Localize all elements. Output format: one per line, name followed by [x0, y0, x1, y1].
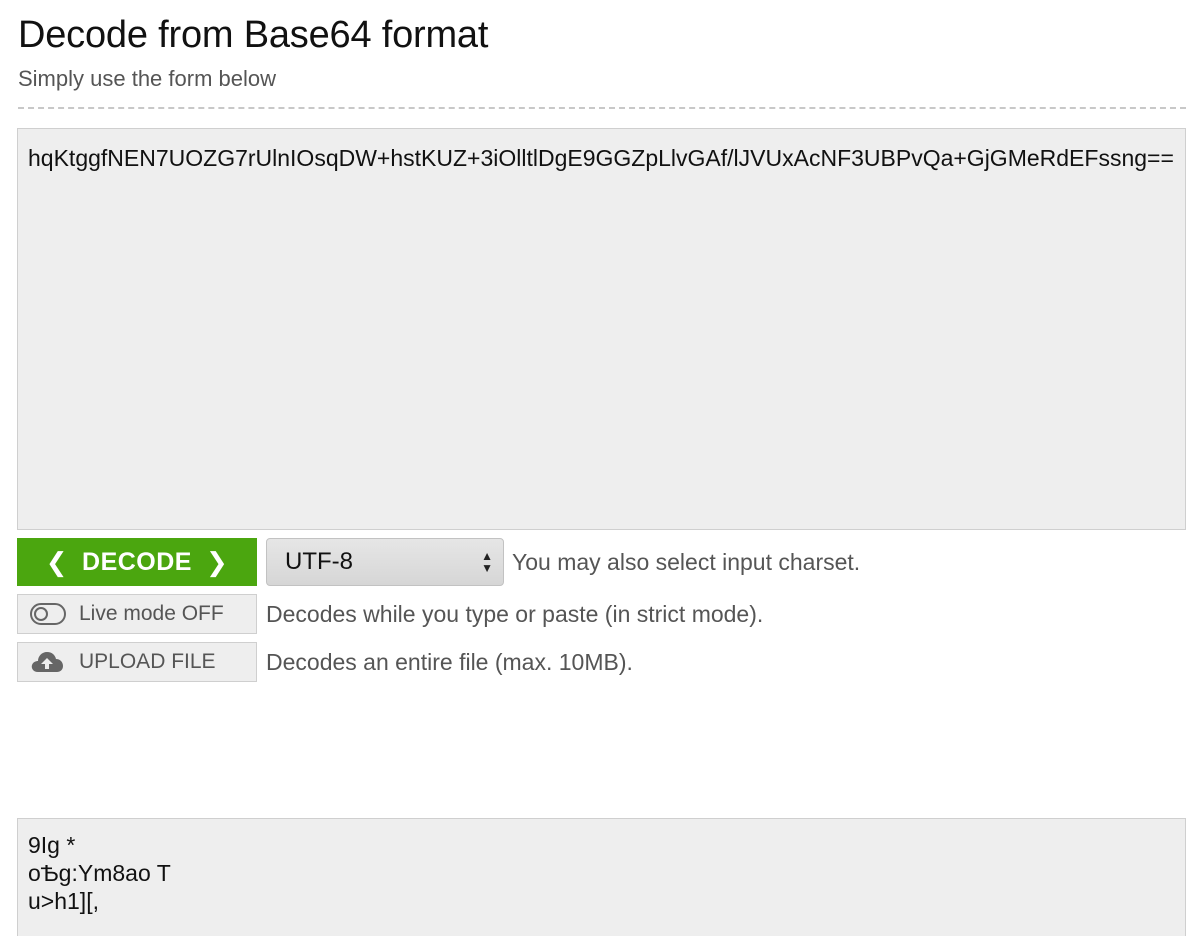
chevron-right-icon: ❯ — [205, 546, 229, 577]
base64-decode-page: Decode from Base64 format Simply use the… — [0, 0, 1204, 936]
decode-button-label: DECODE — [82, 547, 192, 576]
decoded-output-textarea[interactable]: 9Ig * oѢg:Ym8ao T u>h1][, — [17, 818, 1186, 936]
decode-controls-row: ❮ DECODE ❯ UTF-8 ▲ ▼ You may also select … — [17, 537, 860, 587]
upload-file-label: UPLOAD FILE — [79, 650, 216, 673]
live-mode-toggle[interactable]: Live mode OFF — [17, 594, 257, 634]
page-subtitle: Simply use the form below — [18, 66, 276, 91]
toggle-off-icon — [30, 603, 66, 625]
base64-input-textarea[interactable]: hqKtggfNEN7UOZG7rUlnIOsqDW+hstKUZ+3iOllt… — [17, 128, 1186, 530]
upload-hint: Decodes an entire file (max. 10MB). — [266, 648, 633, 675]
decode-button[interactable]: ❮ DECODE ❯ — [17, 538, 257, 586]
upload-file-button[interactable]: UPLOAD FILE — [17, 642, 257, 682]
charset-hint: You may also select input charset. — [512, 548, 861, 575]
charset-select[interactable]: UTF-8 ▲ ▼ — [266, 538, 504, 586]
live-mode-row: Live mode OFF Decodes while you type or … — [17, 594, 763, 634]
live-mode-hint: Decodes while you type or paste (in stri… — [266, 600, 764, 627]
live-mode-label: Live mode OFF — [79, 602, 224, 625]
dashed-divider — [18, 107, 1186, 109]
upload-row: UPLOAD FILE Decodes an entire file (max.… — [17, 642, 633, 682]
chevron-left-icon: ❮ — [45, 546, 69, 577]
page-title: Decode from Base64 format — [18, 14, 489, 56]
select-arrows-icon: ▲ ▼ — [481, 549, 493, 575]
charset-select-value: UTF-8 — [285, 548, 353, 575]
cloud-upload-icon — [30, 650, 66, 674]
